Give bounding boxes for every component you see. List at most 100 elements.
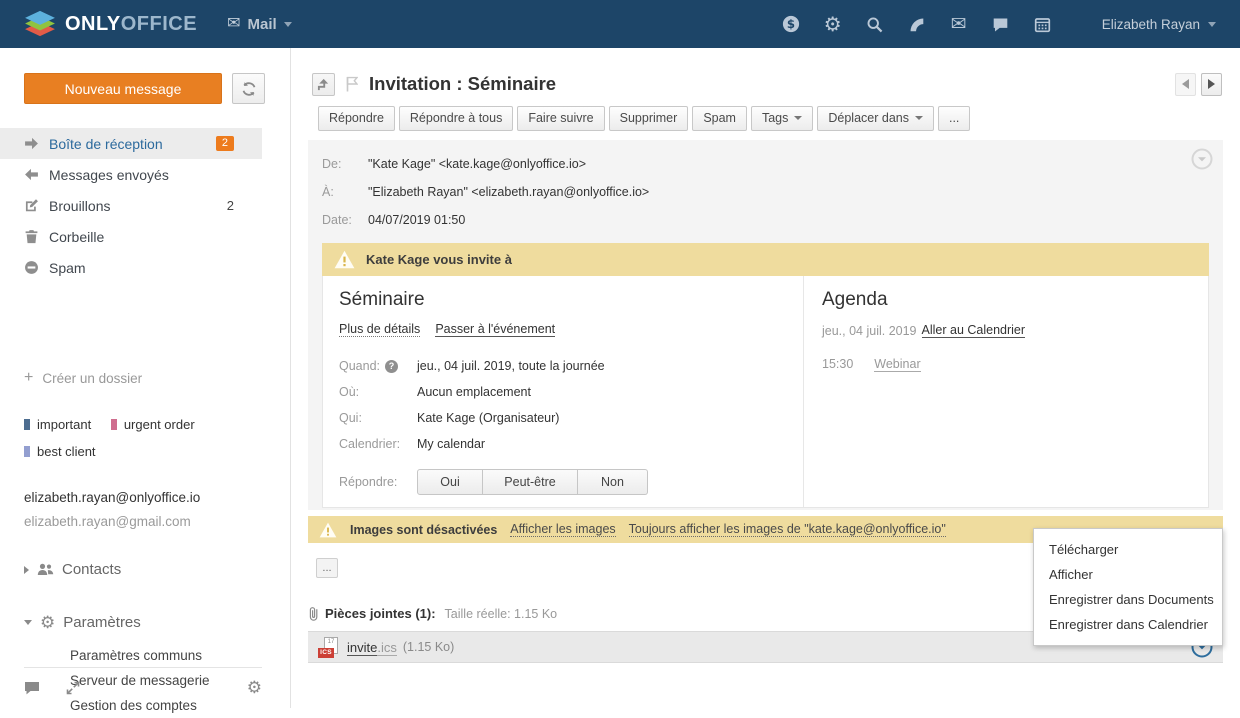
contacts-label: Contacts [62, 561, 121, 578]
accounts-list: elizabeth.rayan@onlyoffice.io elizabeth.… [24, 486, 200, 534]
show-quoted-text-button[interactable]: ... [316, 558, 338, 578]
talk-icon[interactable] [992, 15, 1010, 33]
attachment-size: (1.15 Ko) [403, 640, 454, 654]
calendar-icon[interactable] [1034, 15, 1052, 33]
sidebar-item-contacts[interactable]: Contacts [24, 561, 121, 578]
agenda-title: Agenda [822, 289, 1190, 311]
move-to-dropdown-button[interactable]: Déplacer dans [817, 106, 934, 131]
to-label: À: [322, 178, 368, 206]
agenda-item-link[interactable]: Webinar [874, 357, 920, 372]
paperclip-icon [308, 606, 319, 621]
attachment-file-ext[interactable]: .ics [377, 640, 397, 656]
message-title-row: Invitation : Séminaire [312, 72, 1222, 96]
next-message-button[interactable] [1201, 73, 1222, 96]
collapse-message-icon[interactable] [1191, 148, 1213, 170]
sidebar-item-settings[interactable]: ⚙ Paramètres [24, 614, 141, 631]
calendar-value: My calendar [417, 437, 485, 451]
show-images-link[interactable]: Afficher les images [510, 522, 615, 537]
svg-text:$: $ [787, 17, 795, 31]
create-folder-link[interactable]: + Créer un dossier [24, 369, 142, 387]
reply-button[interactable]: Répondre [318, 106, 395, 131]
feed-icon[interactable] [908, 15, 926, 33]
sidebar-item-spam[interactable]: Spam [0, 252, 262, 283]
sidebar-item-common-settings[interactable]: Paramètres communs [70, 643, 210, 668]
create-folder-label: Créer un dossier [42, 371, 142, 386]
tag-best-client[interactable]: best client [24, 444, 96, 459]
sidebar-item-drafts[interactable]: Brouillons 2 [0, 190, 262, 221]
rsvp-row: Répondre: Oui Peut-être Non [339, 469, 783, 495]
header-to-row: À: "Elizabeth Rayan" <elizabeth.rayan@on… [322, 178, 1209, 206]
attachment-context-menu: Télécharger Afficher Enregistrer dans Do… [1033, 528, 1223, 646]
search-icon[interactable] [866, 15, 884, 33]
spam-button[interactable]: Spam [692, 106, 747, 131]
sidebar-item-sent[interactable]: Messages envoyés [0, 159, 262, 190]
go-to-event-link[interactable]: Passer à l'événement [435, 322, 555, 337]
chevron-down-icon [1208, 22, 1216, 27]
expand-icon[interactable] [66, 681, 80, 695]
menu-item-save-to-documents[interactable]: Enregistrer dans Documents [1034, 587, 1222, 612]
back-to-list-button[interactable] [312, 73, 335, 96]
message-navigation [1175, 73, 1222, 96]
contacts-icon [37, 563, 54, 576]
top-navbar: ONLYOFFICE ✉ Mail $ ⚙ ✉ Elizabeth Rayan [0, 0, 1240, 48]
agenda-item-time: 15:30 [822, 357, 853, 372]
rsvp-no-button[interactable]: Non [578, 469, 648, 495]
help-icon[interactable]: ? [385, 360, 398, 373]
inbox-arrow-icon [24, 136, 39, 151]
menu-item-view[interactable]: Afficher [1034, 562, 1222, 587]
sidebar-item-inbox[interactable]: Boîte de réception 2 [0, 128, 262, 159]
folder-label: Boîte de réception [49, 136, 163, 152]
always-show-images-link[interactable]: Toujours afficher les images de "kate.ka… [629, 522, 946, 537]
message-view: De: "Kate Kage" <kate.kage@onlyoffice.io… [308, 140, 1223, 510]
user-menu[interactable]: Elizabeth Rayan [1102, 17, 1216, 32]
more-actions-button[interactable]: ... [938, 106, 970, 131]
onlyoffice-logo[interactable]: ONLYOFFICE [24, 10, 197, 38]
event-where-row: Où: Aucun emplacement [339, 379, 783, 405]
triangle-left-icon [1182, 79, 1189, 89]
go-to-calendar-link[interactable]: Aller au Calendrier [922, 323, 1026, 338]
more-details-link[interactable]: Plus de détails [339, 322, 420, 337]
event-calendar-row: Calendrier: My calendar [339, 431, 783, 457]
when-value: jeu., 04 juil. 2019, toute la journée [417, 359, 605, 373]
settings-icon[interactable]: ⚙ [824, 15, 842, 33]
new-message-button[interactable]: Nouveau message [24, 73, 222, 104]
delete-button[interactable]: Supprimer [609, 106, 689, 131]
refresh-button[interactable] [232, 73, 265, 104]
menu-item-download[interactable]: Télécharger [1034, 537, 1222, 562]
support-chat-icon[interactable] [24, 681, 40, 695]
sidebar-item-trash[interactable]: Corbeille [0, 221, 262, 252]
footer-gear-icon[interactable]: ⚙ [247, 678, 262, 698]
tag-urgent-order[interactable]: urgent order [111, 417, 195, 432]
sidebar: Nouveau message Boîte de réception 2 Mes… [0, 48, 291, 708]
tag-label: best client [37, 444, 96, 459]
previous-message-button[interactable] [1175, 73, 1196, 96]
forward-button[interactable]: Faire suivre [517, 106, 604, 131]
mail-icon[interactable]: ✉ [950, 15, 968, 33]
menu-item-save-to-calendar[interactable]: Enregistrer dans Calendrier [1034, 612, 1222, 637]
rsvp-maybe-button[interactable]: Peut-être [483, 469, 578, 495]
who-value: Kate Kage (Organisateur) [417, 411, 559, 425]
chevron-down-icon [915, 116, 923, 120]
when-label: Quand: [339, 359, 380, 373]
sent-arrow-icon [24, 167, 39, 182]
event-when-row: Quand:? jeu., 04 juil. 2019, toute la jo… [339, 353, 783, 379]
calendar-label: Calendrier: [339, 437, 417, 451]
event-details: Séminaire Plus de détails Passer à l'évé… [323, 276, 803, 507]
account-primary[interactable]: elizabeth.rayan@onlyoffice.io [24, 486, 200, 510]
reply-all-button[interactable]: Répondre à tous [399, 106, 513, 131]
from-label: De: [322, 150, 368, 178]
calendar-invite-card: Séminaire Plus de détails Passer à l'évé… [322, 276, 1209, 508]
module-switcher[interactable]: ✉ Mail [227, 16, 292, 33]
rsvp-yes-button[interactable]: Oui [417, 469, 483, 495]
tag-important[interactable]: important [24, 417, 91, 432]
account-secondary[interactable]: elizabeth.rayan@gmail.com [24, 510, 200, 534]
spam-block-icon [24, 260, 39, 275]
flag-icon[interactable] [346, 76, 358, 92]
attachment-file-link[interactable]: invite [347, 640, 377, 656]
tags-dropdown-button[interactable]: Tags [751, 106, 813, 131]
layers-logo-icon [24, 10, 56, 38]
where-value: Aucun emplacement [417, 385, 531, 399]
to-value[interactable]: "Elizabeth Rayan" <elizabeth.rayan@onlyo… [368, 178, 649, 206]
from-value[interactable]: "Kate Kage" <kate.kage@onlyoffice.io> [368, 150, 586, 178]
payments-icon[interactable]: $ [782, 15, 800, 33]
